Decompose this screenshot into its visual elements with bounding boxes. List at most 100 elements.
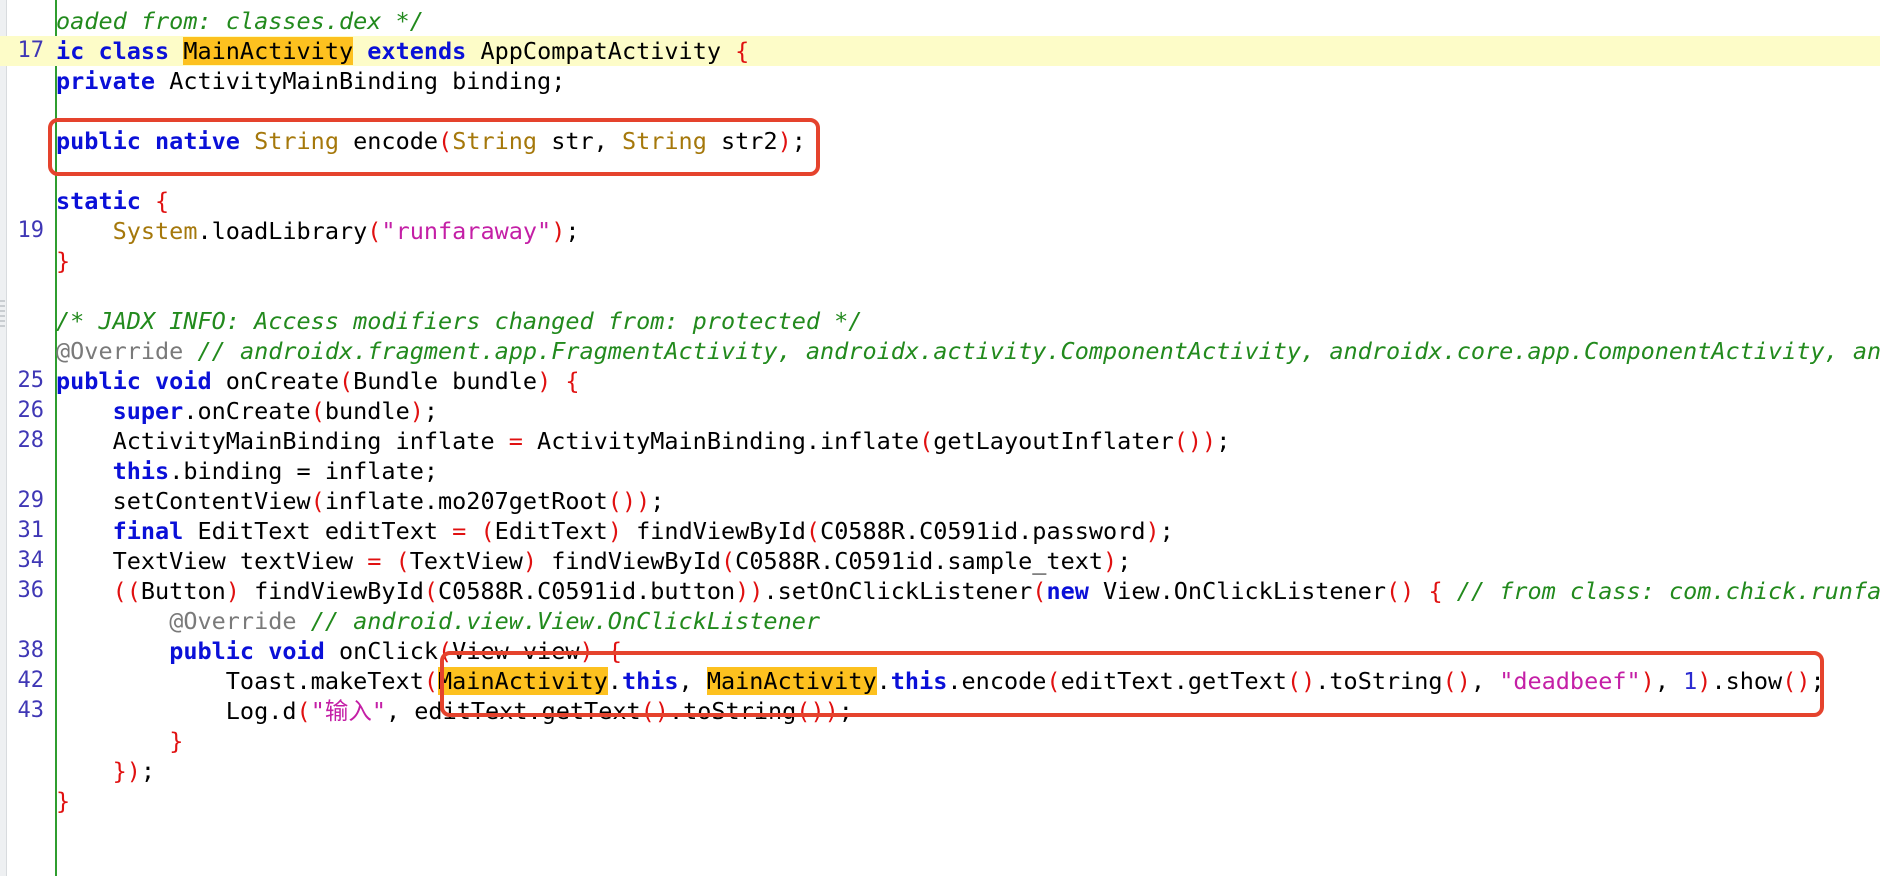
code-token: ()) [607, 487, 651, 515]
line-number: 43 [17, 698, 45, 723]
code-line[interactable]: this.binding = inflate; [0, 456, 1880, 486]
code-line[interactable]: private ActivityMainBinding binding; [0, 66, 1880, 96]
code-token: ; [1216, 427, 1231, 455]
code-token: ( [338, 367, 354, 395]
code-text: ActivityMainBinding inflate = ActivityMa… [56, 426, 1231, 456]
code-token: ) [777, 127, 792, 155]
code-token: TextView [409, 547, 523, 575]
code-token: )) [735, 577, 764, 605]
code-line[interactable]: 25 public void onCreate(Bundle bundle) { [0, 366, 1880, 396]
code-token: encode [338, 127, 439, 155]
code-token: ) [537, 367, 552, 395]
code-token: private [56, 67, 156, 95]
code-line[interactable]: 19 System.loadLibrary("runfaraway"); [0, 216, 1880, 246]
code-token: editText.getText [1060, 667, 1287, 695]
code-token: ( [1032, 577, 1047, 605]
code-editor[interactable]: oaded from: classes.dex */ 17 ic class Mai… [0, 6, 1880, 816]
code-token: ( [919, 427, 934, 455]
code-token: ()) [1173, 427, 1217, 455]
code-token: public native [56, 127, 240, 155]
code-token: , [678, 667, 707, 695]
code-line[interactable]: static { [0, 186, 1880, 216]
code-token: // from class: com.chick.runfara [1456, 577, 1880, 605]
code-token: System [112, 217, 198, 245]
code-text: static { [56, 186, 169, 216]
line-number: 28 [17, 428, 45, 453]
code-line[interactable]: 28 ActivityMainBinding inflate = Activit… [0, 426, 1880, 456]
code-token: this [621, 667, 679, 695]
code-text: oaded from: classes.dex */ [56, 6, 424, 36]
code-line[interactable]: }); [0, 756, 1880, 786]
code-token: this [112, 457, 170, 485]
code-line[interactable]: 17 ic class MainActivity extends AppCompa… [0, 36, 1880, 66]
code-token: } [56, 787, 71, 815]
code-token: ; [1810, 667, 1825, 695]
line-number: 38 [17, 638, 45, 663]
code-token: TextView textView [56, 547, 368, 575]
code-token: getLayoutInflater [933, 427, 1174, 455]
code-line[interactable]: 29 setContentView(inflate.mo207getRoot()… [0, 486, 1880, 516]
code-line[interactable]: 36 ((Button) findViewById(C0588R.C0591id… [0, 576, 1880, 606]
code-line[interactable]: 34 TextView textView = (TextView) findVi… [0, 546, 1880, 576]
code-token: findViewById [537, 547, 722, 575]
code-token: str2 [706, 127, 778, 155]
code-token: oaded from: classes.dex */ [56, 7, 424, 35]
code-token: { [735, 37, 750, 65]
code-token: .toString [668, 697, 797, 725]
code-text: System.loadLibrary("runfaraway"); [56, 216, 580, 246]
code-text: Log.d("输入", editText.getText().toString(… [56, 696, 853, 726]
code-token: ( [395, 547, 410, 575]
code-token: @Override [56, 337, 184, 365]
code-token: C0588R.C0591id.sample_text [735, 547, 1104, 575]
code-line[interactable]: @Override // android.view.View.OnClickLi… [0, 606, 1880, 636]
code-token: new [1046, 577, 1089, 605]
code-line[interactable] [0, 156, 1880, 186]
code-line[interactable]: /* JADX INFO: Access modifiers changed f… [0, 306, 1880, 336]
code-token: ) [607, 517, 622, 545]
code-text: ((Button) findViewById(C0588R.C0591id.bu… [56, 576, 1880, 606]
code-token: = [508, 427, 523, 455]
code-line[interactable]: public native String encode(String str, … [0, 126, 1880, 156]
code-token: public void [169, 637, 325, 665]
code-token: setContentView [56, 487, 311, 515]
code-line[interactable]: } [0, 786, 1880, 816]
code-token: inflate.mo207getRoot [324, 487, 608, 515]
code-token: this [890, 667, 948, 695]
code-text: this.binding = inflate; [56, 456, 438, 486]
code-line[interactable]: 43 Log.d("输入", editText.getText().toStri… [0, 696, 1880, 726]
code-line[interactable]: 42 Toast.makeText(MainActivity.this, Mai… [0, 666, 1880, 696]
code-line[interactable] [0, 96, 1880, 126]
code-token: ) [579, 637, 594, 665]
code-token: ; [565, 217, 580, 245]
code-line[interactable]: oaded from: classes.dex */ [0, 6, 1880, 36]
code-token: = [367, 547, 382, 575]
code-line[interactable]: 38 public void onClick(View view) { [0, 636, 1880, 666]
code-line[interactable]: } [0, 246, 1880, 276]
code-line[interactable]: 31 final EditText editText = (EditText) … [0, 516, 1880, 546]
code-token: findViewById [239, 577, 424, 605]
search-match: MainActivity [438, 667, 608, 695]
code-token: () [1442, 667, 1471, 695]
code-line[interactable] [0, 276, 1880, 306]
code-token: ( [423, 667, 439, 695]
line-number: 42 [17, 668, 45, 693]
code-token: "deadbeef" [1499, 667, 1641, 695]
code-token: .show [1711, 667, 1783, 695]
code-line[interactable]: } [0, 726, 1880, 756]
code-token: .onCreate [183, 397, 311, 425]
code-token: Toast.makeText [56, 667, 424, 695]
code-line[interactable]: @Override // androidx.fragment.app.Fragm… [0, 336, 1880, 366]
code-line[interactable]: 26 super.onCreate(bundle); [0, 396, 1880, 426]
code-text: } [56, 786, 70, 816]
code-token: , [1654, 667, 1684, 695]
code-token: String [254, 127, 339, 155]
